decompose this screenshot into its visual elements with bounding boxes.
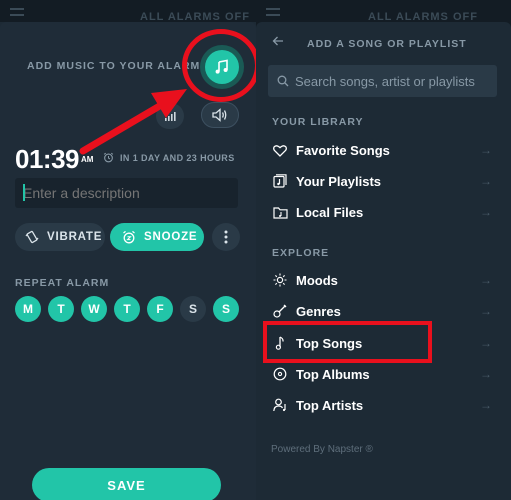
library-item-label: Local Files [296, 204, 364, 220]
sun-icon [270, 273, 290, 287]
library-item-local-files[interactable]: Local Files → [270, 200, 492, 224]
vibrate-toggle[interactable]: VIBRATE [15, 223, 105, 251]
powered-by-text: Powered By Napster ® [271, 444, 373, 455]
repeat-alarm-label: REPEAT ALARM [15, 277, 110, 289]
explore-item-genres[interactable]: Genres → [270, 299, 492, 323]
album-icon [270, 367, 290, 381]
day-toggle-friday[interactable]: F [147, 296, 173, 322]
chevron-right-icon: → [480, 304, 492, 318]
explore-item-label: Top Albums [296, 366, 370, 382]
alarm-editor-panel: ALL ALARMS OFF ADD MUSIC TO YOUR ALARM 0… [0, 0, 256, 500]
explore-heading: EXPLORE [272, 247, 330, 259]
snooze-toggle[interactable]: SNOOZE [110, 223, 204, 251]
search-bar[interactable] [268, 65, 497, 97]
chevron-right-icon: → [480, 143, 492, 157]
day-toggle-monday[interactable]: M [15, 296, 41, 322]
day-toggle-tuesday[interactable]: T [48, 296, 74, 322]
day-toggle-wednesday[interactable]: W [81, 296, 107, 322]
chevron-right-icon: → [480, 205, 492, 219]
artist-icon [270, 398, 290, 412]
save-button[interactable]: SAVE [32, 468, 221, 500]
more-vertical-icon [224, 230, 228, 244]
day-toggle-sunday[interactable]: S [213, 296, 239, 322]
highlight-box [263, 321, 432, 363]
explore-item-top-albums[interactable]: Top Albums → [270, 362, 492, 386]
vibrate-icon [25, 230, 39, 244]
menu-icon [266, 8, 280, 16]
vibrate-label: VIBRATE [47, 231, 103, 243]
search-icon [277, 75, 289, 87]
folder-icon [270, 206, 290, 219]
explore-item-top-artists[interactable]: Top Artists → [270, 393, 492, 417]
day-toggle-saturday[interactable]: S [180, 296, 206, 322]
playlist-icon [270, 174, 290, 188]
day-toggle-thursday[interactable]: T [114, 296, 140, 322]
search-input[interactable] [295, 73, 495, 89]
sheet-title: ADD A SONG OR PLAYLIST [307, 38, 467, 50]
chevron-right-icon: → [480, 273, 492, 287]
chevron-right-icon: → [480, 174, 492, 188]
repeat-days: M T W T F S S [15, 296, 239, 322]
library-item-label: Your Playlists [296, 173, 382, 189]
library-heading: YOUR LIBRARY [272, 116, 364, 128]
chevron-right-icon: → [480, 367, 492, 381]
annotation-arrow [79, 89, 187, 155]
more-options-button[interactable] [212, 223, 240, 251]
library-item-your-playlists[interactable]: Your Playlists → [270, 169, 492, 193]
chevron-right-icon: → [480, 398, 492, 412]
heart-icon [270, 144, 290, 157]
snooze-label: SNOOZE [144, 231, 198, 243]
explore-item-label: Genres [296, 303, 341, 319]
explore-item-moods[interactable]: Moods → [270, 268, 492, 292]
library-item-label: Favorite Songs [296, 142, 390, 158]
back-arrow-icon[interactable] [272, 35, 284, 47]
library-item-favorite-songs[interactable]: Favorite Songs → [270, 138, 492, 162]
explore-item-label: Top Artists [296, 397, 364, 413]
explore-item-label: Moods [296, 272, 338, 288]
guitar-icon [270, 304, 290, 318]
snooze-icon [122, 230, 136, 244]
chevron-right-icon: → [480, 336, 492, 350]
